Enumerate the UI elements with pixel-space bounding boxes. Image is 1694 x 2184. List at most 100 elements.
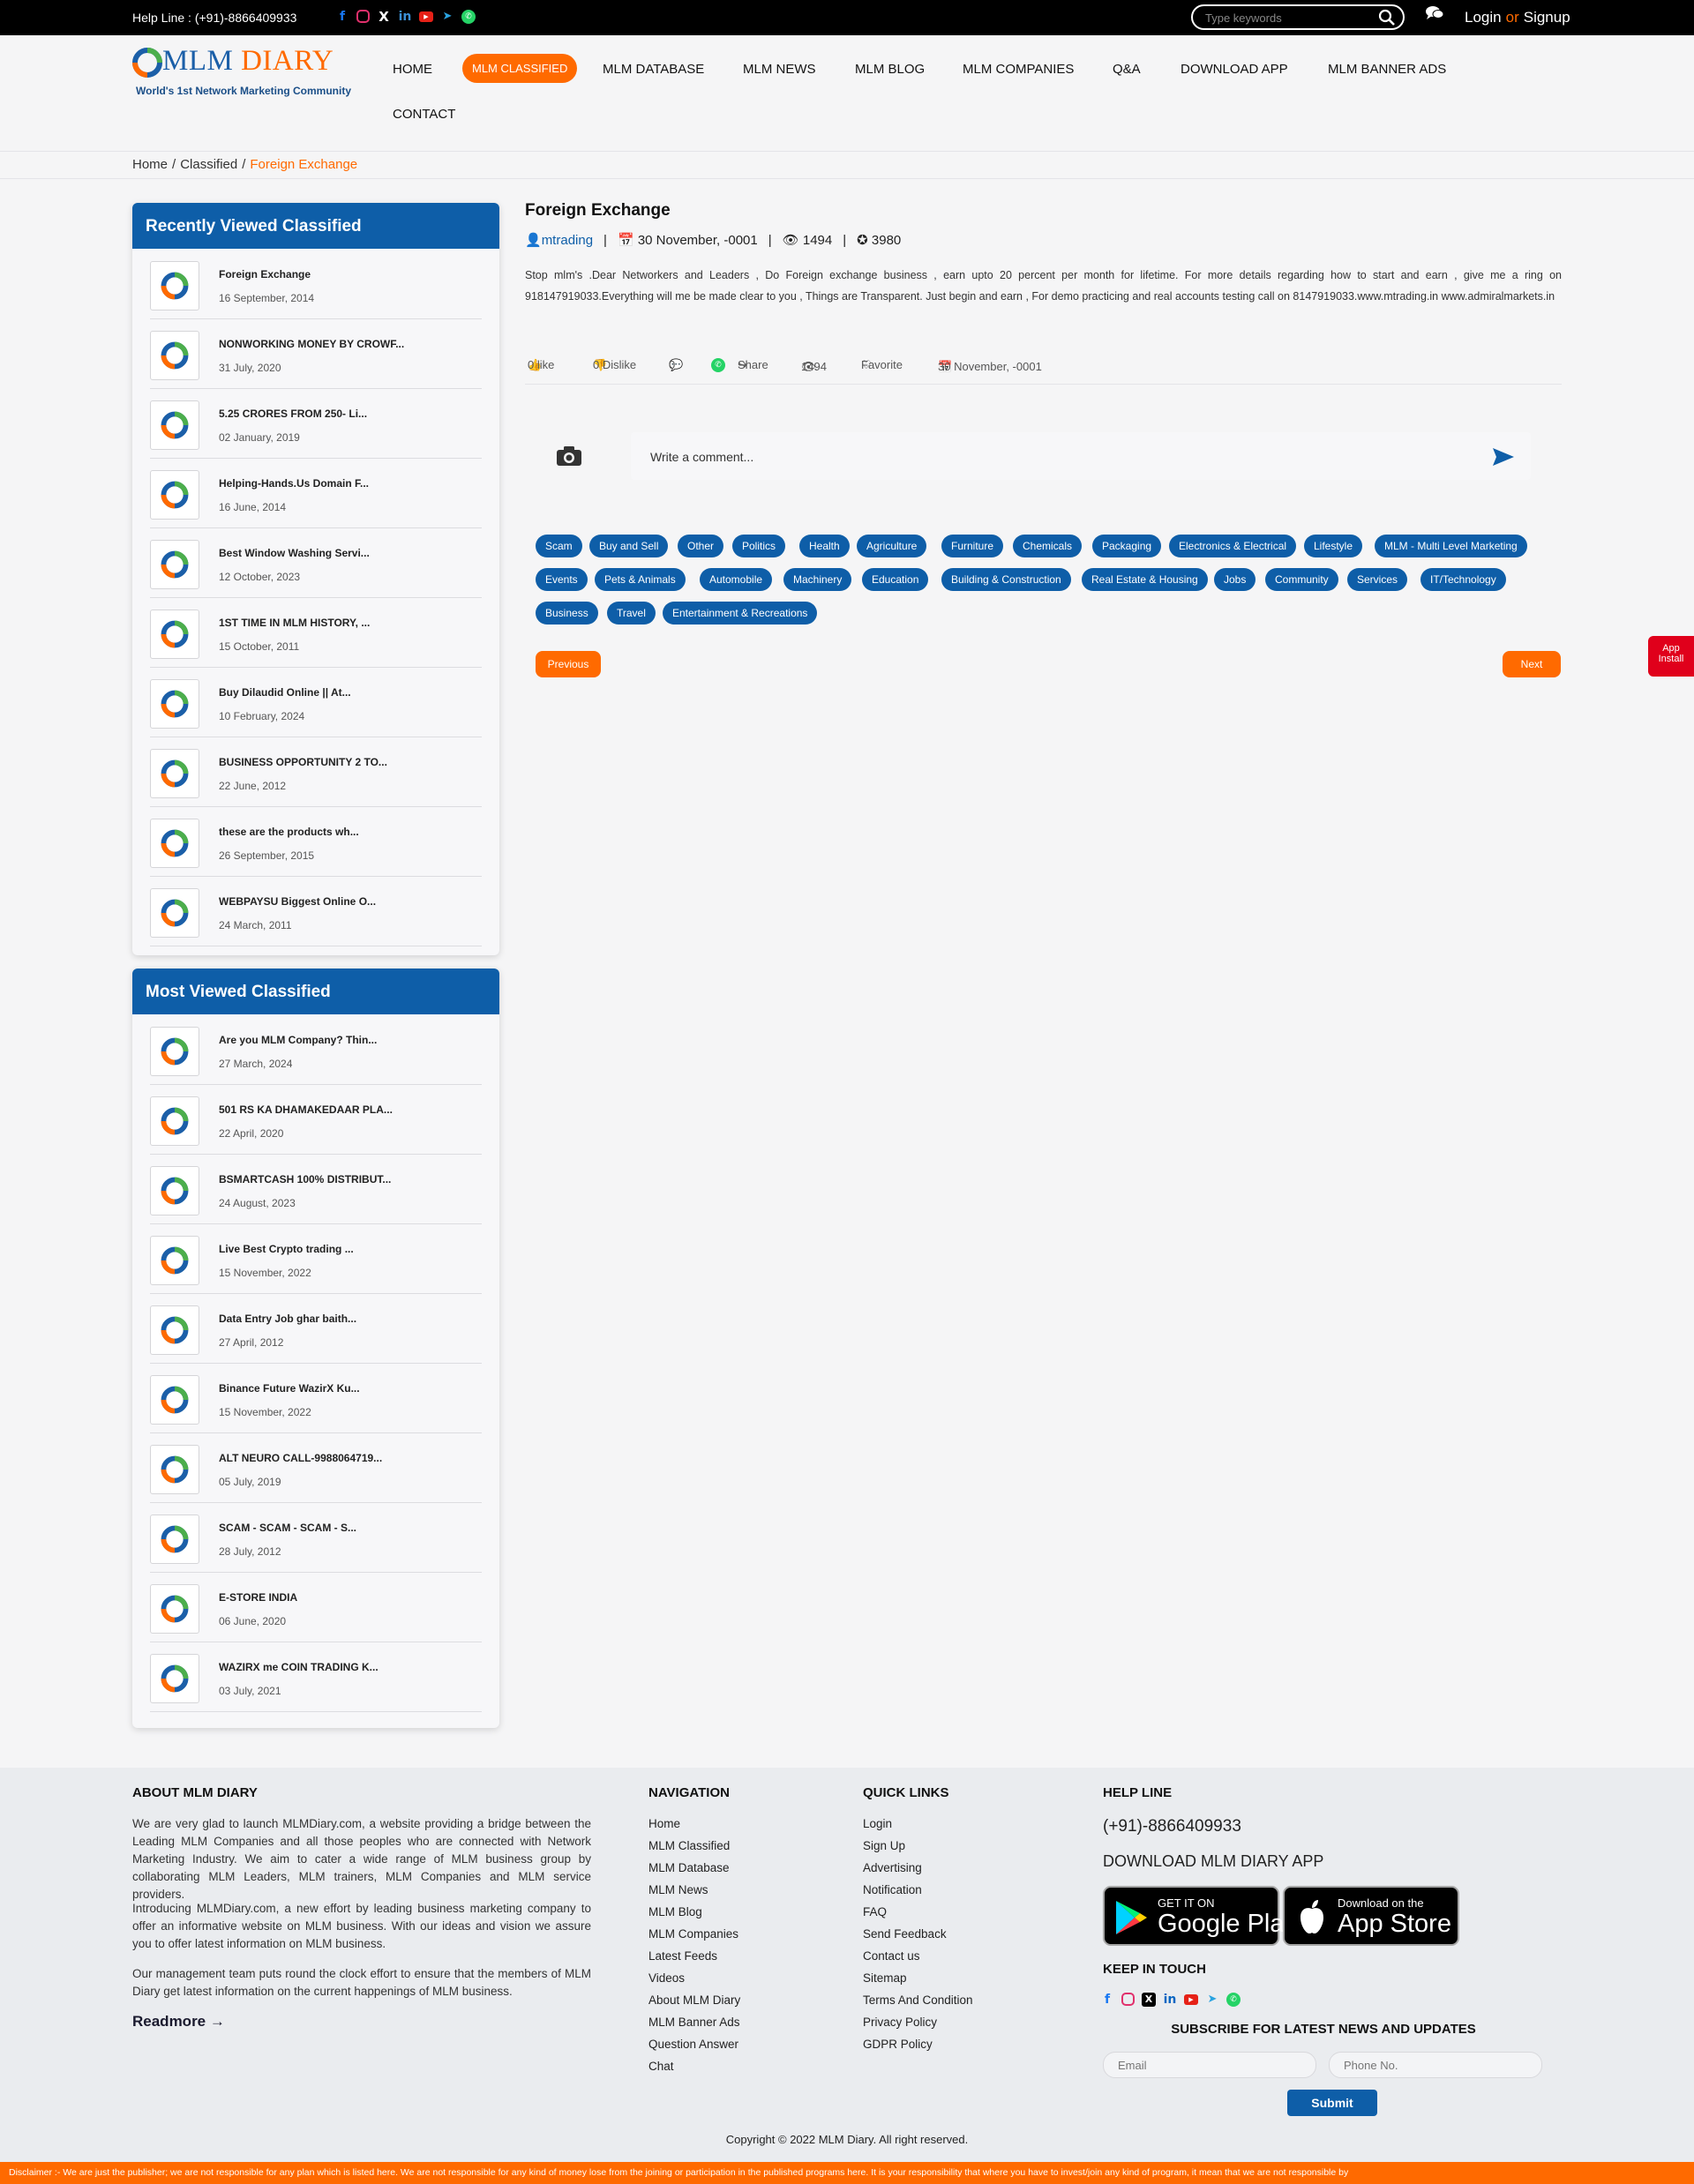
linkedin-icon[interactable]: in <box>1163 1993 1177 2007</box>
category-tag[interactable]: Scam <box>536 535 582 557</box>
item-title[interactable]: ALT NEURO CALL-9988064719... <box>219 1452 382 1464</box>
category-tag[interactable]: IT/Technology <box>1420 568 1506 591</box>
search-icon[interactable] <box>1378 9 1396 26</box>
item-title[interactable]: BSMARTCASH 100% DISTRIBUT... <box>219 1173 391 1185</box>
item-title[interactable]: Are you MLM Company? Thin... <box>219 1034 377 1046</box>
linkedin-icon[interactable]: in <box>398 10 412 24</box>
list-item[interactable]: 1ST TIME IN MLM HISTORY, ... 15 October, … <box>150 598 482 668</box>
list-item[interactable]: WEBPAYSU Biggest Online O... 24 March, 20… <box>150 877 482 946</box>
category-tag[interactable]: Business <box>536 602 598 625</box>
category-tag[interactable]: Health <box>799 535 850 557</box>
previous-button[interactable]: Previous <box>536 651 601 677</box>
item-title[interactable]: Best Window Washing Servi... <box>219 547 370 559</box>
item-title[interactable]: Data Entry Job ghar baith... <box>219 1313 356 1325</box>
footer-link[interactable]: GDPR Policy <box>863 2038 933 2051</box>
breadcrumb-home[interactable]: Home <box>132 157 168 172</box>
x-icon[interactable]: X <box>377 10 391 24</box>
help-line-phone[interactable]: (+91)-8866409933 <box>1103 1817 1241 1836</box>
nav-home[interactable]: HOME <box>393 62 432 77</box>
item-title[interactable]: SCAM - SCAM - SCAM - S... <box>219 1522 356 1534</box>
footer-link[interactable]: Latest Feeds <box>648 1949 717 1963</box>
nav-mlm-news[interactable]: MLM NEWS <box>743 62 816 77</box>
list-item[interactable]: 501 RS KA DHAMAKEDAAR PLA... 22 April, 20… <box>150 1085 482 1155</box>
comment-input[interactable] <box>650 448 1444 466</box>
footer-link[interactable]: Sitemap <box>863 1971 907 1985</box>
item-title[interactable]: Binance Future WazirX Ku... <box>219 1382 360 1395</box>
next-button[interactable]: Next <box>1503 651 1561 677</box>
category-tag[interactable]: Real Estate & Housing <box>1082 568 1208 591</box>
list-item[interactable]: Binance Future WazirX Ku... 15 November, … <box>150 1364 482 1433</box>
list-item[interactable]: WAZIRX me COIN TRADING K... 03 July, 2021 <box>150 1642 482 1712</box>
category-tag[interactable]: Packaging <box>1092 535 1162 557</box>
submit-button[interactable]: Submit <box>1287 2090 1377 2116</box>
category-tag[interactable]: Building & Construction <box>941 568 1071 591</box>
telegram-icon[interactable]: ➤ <box>1205 1993 1219 2007</box>
nav-mlm-blog[interactable]: MLM BLOG <box>855 62 925 77</box>
nav-mlm-classified[interactable]: MLM CLASSIFIED <box>462 54 578 83</box>
category-tag[interactable]: Electronics & Electrical <box>1169 535 1297 557</box>
category-tag[interactable]: Furniture <box>941 535 1004 557</box>
item-title[interactable]: Buy Dilaudid Online || At... <box>219 686 351 699</box>
list-item[interactable]: Data Entry Job ghar baith... 27 April, 20… <box>150 1294 482 1364</box>
list-item[interactable]: NONWORKING MONEY BY CROWF... 31 July, 202… <box>150 319 482 389</box>
category-tag[interactable]: Education <box>862 568 929 591</box>
footer-link[interactable]: Notification <box>863 1883 922 1896</box>
telegram-icon[interactable]: ➤ <box>440 10 454 24</box>
instagram-icon[interactable] <box>1121 1993 1135 2006</box>
email-field[interactable] <box>1103 2052 1316 2078</box>
footer-link[interactable]: Advertising <box>863 1861 922 1874</box>
item-title[interactable]: NONWORKING MONEY BY CROWF... <box>219 338 404 350</box>
footer-link[interactable]: Home <box>648 1817 680 1830</box>
list-item[interactable]: Best Window Washing Servi... 12 October, … <box>150 528 482 598</box>
item-title[interactable]: WEBPAYSU Biggest Online O... <box>219 895 376 908</box>
footer-link[interactable]: MLM Banner Ads <box>648 2016 740 2029</box>
author-link[interactable]: mtrading <box>542 233 593 248</box>
footer-link[interactable]: About MLM Diary <box>648 1993 740 2007</box>
app-install-button[interactable]: App Install <box>1648 636 1694 677</box>
facebook-icon[interactable]: f <box>1100 1993 1114 2007</box>
nav-mlm-companies[interactable]: MLM COMPANIES <box>963 62 1074 77</box>
footer-link[interactable]: Login <box>863 1817 892 1830</box>
nav-mlm-database[interactable]: MLM DATABASE <box>603 62 704 77</box>
category-tag[interactable]: Pets & Animals <box>595 568 686 591</box>
breadcrumb-classified[interactable]: Classified <box>180 157 237 172</box>
category-tag[interactable]: Automobile <box>700 568 773 591</box>
category-tag[interactable]: Agriculture <box>857 535 927 557</box>
footer-link[interactable]: MLM News <box>648 1883 708 1896</box>
category-tag[interactable]: Politics <box>732 535 786 557</box>
footer-link[interactable]: Sign Up <box>863 1839 905 1852</box>
item-title[interactable]: BUSINESS OPPORTUNITY 2 TO... <box>219 756 387 768</box>
list-item[interactable]: SCAM - SCAM - SCAM - S... 28 July, 2012 <box>150 1503 482 1573</box>
category-tag[interactable]: Services <box>1347 568 1408 591</box>
item-title[interactable]: 501 RS KA DHAMAKEDAAR PLA... <box>219 1103 393 1116</box>
footer-link[interactable]: Videos <box>648 1971 685 1985</box>
list-item[interactable]: BUSINESS OPPORTUNITY 2 TO... 22 June, 201… <box>150 737 482 807</box>
phone-field[interactable] <box>1329 2052 1542 2078</box>
footer-link[interactable]: Contact us <box>863 1949 920 1963</box>
category-tag[interactable]: Buy and Sell <box>589 535 669 557</box>
category-tag[interactable]: Jobs <box>1214 568 1256 591</box>
list-item[interactable]: BSMARTCASH 100% DISTRIBUT... 24 August, 2… <box>150 1155 482 1224</box>
whatsapp-icon[interactable]: ✆ <box>1226 1993 1241 2007</box>
instagram-icon[interactable] <box>356 10 370 23</box>
nav-contact[interactable]: CONTACT <box>393 107 455 122</box>
item-title[interactable]: Foreign Exchange <box>219 268 311 280</box>
nav-banner-ads[interactable]: MLM BANNER ADS <box>1328 62 1446 77</box>
footer-link[interactable]: MLM Classified <box>648 1839 730 1852</box>
login-link[interactable]: Login <box>1465 9 1502 26</box>
list-item[interactable]: Foreign Exchange 16 September, 2014 <box>150 250 482 319</box>
category-tag[interactable]: Travel <box>607 602 656 625</box>
nav-download-app[interactable]: DOWNLOAD APP <box>1181 62 1288 77</box>
item-title[interactable]: Live Best Crypto trading ... <box>219 1243 354 1255</box>
site-logo[interactable]: MLM DIARY World's 1st Network Marketing … <box>132 42 357 97</box>
footer-link[interactable]: MLM Companies <box>648 1927 738 1941</box>
footer-link[interactable]: MLM Blog <box>648 1905 702 1918</box>
send-icon[interactable] <box>1492 447 1515 467</box>
category-tag[interactable]: Chemicals <box>1013 535 1083 557</box>
footer-link[interactable]: Terms And Condition <box>863 1993 973 2007</box>
item-title[interactable]: WAZIRX me COIN TRADING K... <box>219 1661 379 1673</box>
category-tag[interactable]: Community <box>1265 568 1338 591</box>
footer-link[interactable]: MLM Database <box>648 1861 730 1874</box>
nav-qa[interactable]: Q&A <box>1113 62 1141 77</box>
facebook-icon[interactable]: f <box>335 10 349 24</box>
